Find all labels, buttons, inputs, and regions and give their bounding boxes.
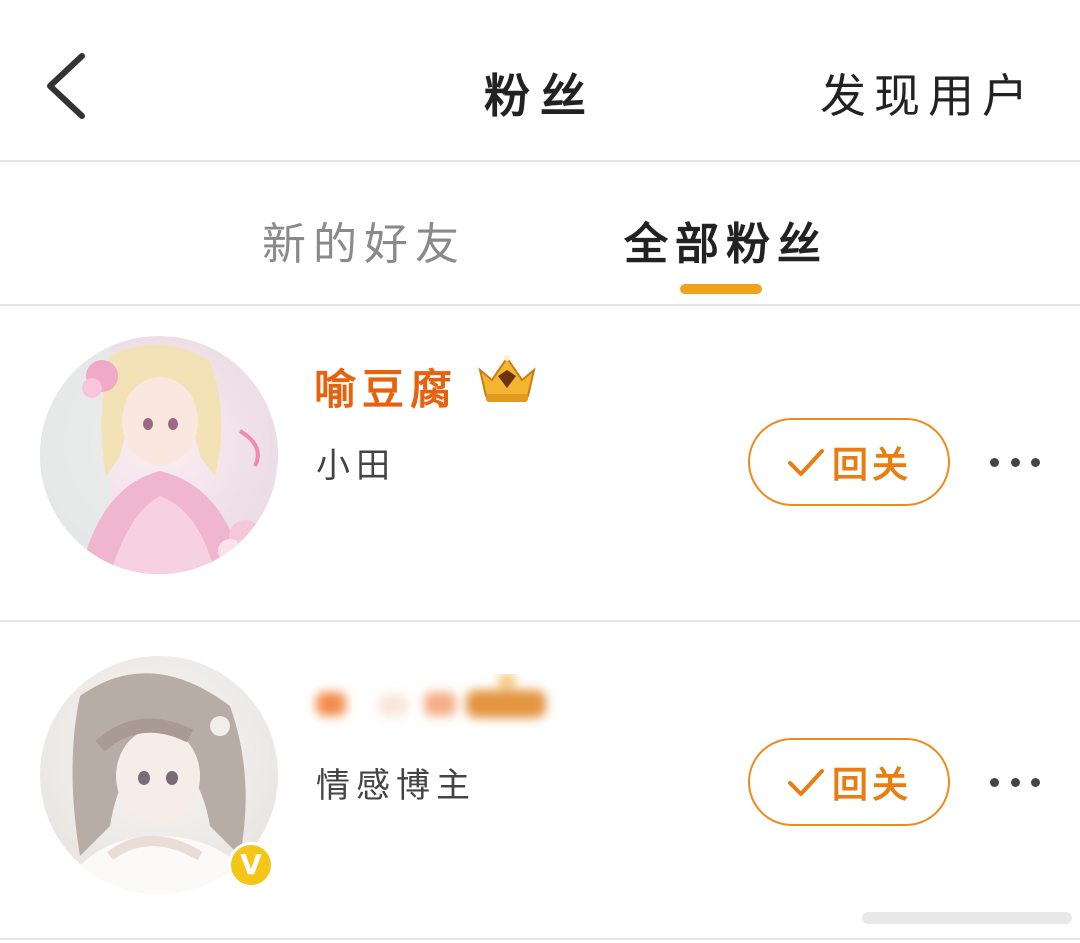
fan-subtitle: 小田 (316, 446, 396, 486)
fan-name[interactable]: 喻豆腐 (314, 356, 458, 417)
tab-bar: 新的好友 全部粉丝 (0, 162, 1080, 306)
watermark (862, 912, 1072, 924)
check-icon (787, 449, 824, 476)
fan-list-item[interactable]: 喻豆腐 小田 回关 (0, 306, 1080, 622)
check-icon (787, 769, 824, 796)
fans-page: 粉丝 发现用户 新的好友 全部粉丝 喻豆腐 小田 回关 V 情感博主 回关 (0, 0, 1080, 943)
top-bar: 粉丝 发现用户 (0, 0, 1080, 162)
avatar[interactable] (40, 336, 278, 574)
crown-icon (478, 355, 536, 402)
dot (1031, 777, 1040, 787)
dot (1010, 777, 1020, 787)
tab-all-fans[interactable]: 全部粉丝 (624, 208, 828, 272)
tab-new-friends[interactable]: 新的好友 (262, 208, 466, 272)
follow-back-label: 回关 (831, 765, 912, 806)
active-tab-indicator (680, 284, 762, 294)
dot (1010, 457, 1020, 467)
dot (990, 777, 999, 787)
verified-badge: V (228, 842, 274, 888)
follow-back-label: 回关 (831, 445, 912, 486)
follow-back-button[interactable]: 回关 (748, 738, 950, 826)
follow-back-button[interactable]: 回关 (748, 418, 950, 506)
more-options-icon[interactable] (990, 767, 1040, 797)
discover-users-link[interactable]: 发现用户 (820, 60, 1036, 126)
blurred-name (316, 674, 546, 718)
dot (990, 457, 999, 467)
fan-subtitle: 情感博主 (316, 766, 476, 806)
more-options-icon[interactable] (990, 447, 1040, 477)
avatar-image (40, 336, 278, 574)
dot (1031, 457, 1040, 467)
fan-list-item[interactable]: V 情感博主 回关 (0, 624, 1080, 940)
